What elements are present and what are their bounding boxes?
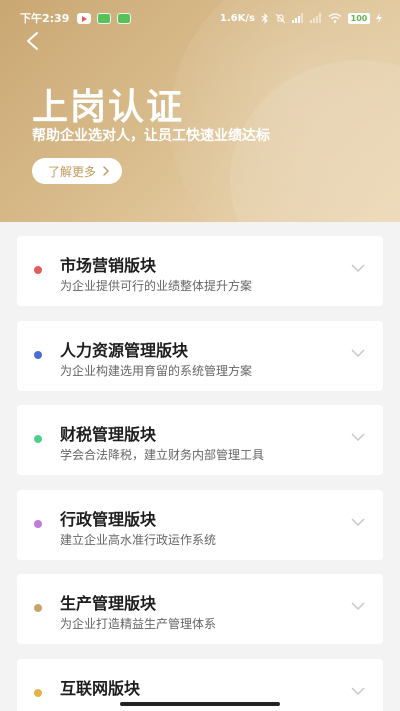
wechat-notification-icon <box>97 12 112 24</box>
module-dot <box>34 266 42 274</box>
wechat-notification-icon <box>117 12 132 24</box>
module-card-hr[interactable]: 人力资源管理版块 为企业构建选用育留的系统管理方案 <box>17 320 383 391</box>
network-speed: 1.6K/s <box>219 12 255 24</box>
module-description: 为企业打造精益生产管理体系 <box>60 617 217 631</box>
chevron-left-icon <box>27 32 38 50</box>
chevron-down-icon[interactable] <box>351 348 365 358</box>
module-card-production[interactable]: 生产管理版块 为企业打造精益生产管理体系 <box>17 574 383 644</box>
learn-more-label: 了解更多 <box>48 164 97 179</box>
module-dot <box>34 519 42 528</box>
chevron-down-icon[interactable] <box>351 433 365 442</box>
chevron-down-icon[interactable] <box>351 686 365 696</box>
page-title: 上岗认证 <box>32 87 185 128</box>
module-description: 建立企业高水准行政运作系统 <box>60 532 217 547</box>
chevron-down-icon[interactable] <box>351 264 365 273</box>
module-card-marketing[interactable]: 市场营销版块 为企业提供可行的业绩整体提升方案 <box>17 236 383 306</box>
module-card-finance-tax[interactable]: 财税管理版块 学会合法降税，建立财务内部管理工具 <box>17 405 383 475</box>
module-card-administration[interactable]: 行政管理版块 建立企业高水准行政运作系统 <box>17 489 383 560</box>
battery-indicator: 100 <box>348 12 370 24</box>
module-title: 市场营销版块 <box>60 256 157 275</box>
module-description: 为企业构建选用育留的系统管理方案 <box>60 363 253 378</box>
module-dot <box>34 688 42 697</box>
video-app-icon <box>77 12 92 24</box>
chevron-down-icon[interactable] <box>351 517 365 527</box>
module-title: 生产管理版块 <box>60 594 157 613</box>
back-button[interactable] <box>22 30 44 52</box>
module-dot <box>34 435 42 443</box>
module-title: 人力资源管理版块 <box>60 340 189 360</box>
wifi-icon <box>328 13 342 23</box>
module-description: 学会合法降税，建立财务内部管理工具 <box>60 448 265 462</box>
module-list: 市场营销版块 为企业提供可行的业绩整体提升方案 人力资源管理版块 为企业构建选用… <box>17 236 383 711</box>
charging-icon <box>376 13 382 23</box>
home-indicator[interactable] <box>120 702 280 706</box>
module-description: 为企业提供可行的业绩整体提升方案 <box>60 279 253 293</box>
module-title: 行政管理版块 <box>60 509 157 529</box>
status-bar: 下午2:39 1.6K/s 100 <box>0 0 400 36</box>
chevron-down-icon[interactable] <box>351 602 365 611</box>
status-time: 下午2:39 <box>20 12 70 25</box>
mute-icon <box>275 13 286 23</box>
module-dot <box>34 350 42 359</box>
module-dot <box>34 604 42 612</box>
chevron-right-icon <box>103 166 110 176</box>
bluetooth-icon <box>261 12 268 24</box>
signal-icon <box>292 13 303 23</box>
page-subtitle: 帮助企业选对人，让员工快速业绩达标 <box>32 128 270 144</box>
module-title: 互联网版块 <box>60 678 141 698</box>
learn-more-button[interactable]: 了解更多 <box>32 158 123 184</box>
module-title: 财税管理版块 <box>60 425 157 444</box>
signal-icon <box>310 13 321 23</box>
